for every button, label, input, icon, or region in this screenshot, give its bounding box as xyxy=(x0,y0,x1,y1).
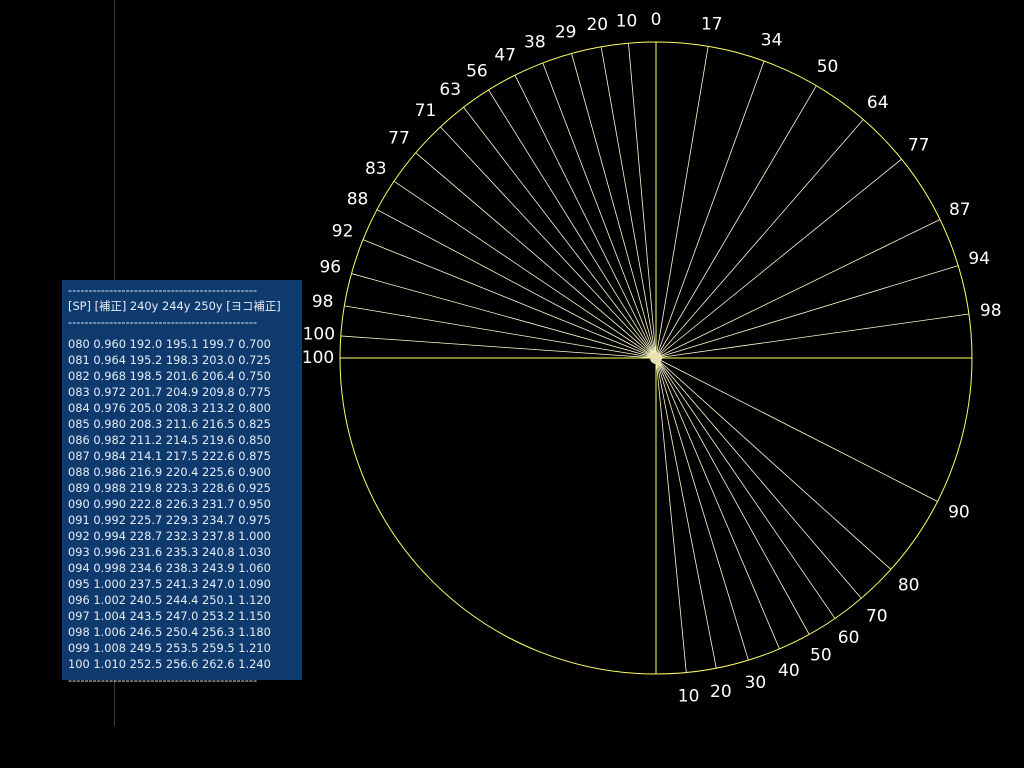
upper-right-label: 50 xyxy=(817,57,839,77)
upper-left-label: 47 xyxy=(494,46,516,66)
lower-label: 60 xyxy=(838,628,860,648)
upper-left-spoke xyxy=(415,152,657,359)
lower-label: 70 xyxy=(866,607,888,627)
upper-right-label: 17 xyxy=(701,15,723,35)
lower-label: 20 xyxy=(710,682,732,702)
upper-right-label: 87 xyxy=(949,200,971,220)
lower-spoke xyxy=(655,357,938,502)
upper-left-spoke xyxy=(488,89,657,359)
lower-spoke xyxy=(655,357,749,661)
upper-right-label: 64 xyxy=(867,93,889,113)
upper-right-spoke xyxy=(655,158,902,359)
lower-spoke xyxy=(655,357,862,599)
dial-hub xyxy=(650,352,662,364)
upper-left-label: 100 xyxy=(302,348,334,368)
lower-label: 30 xyxy=(745,673,767,693)
upper-left-label: 77 xyxy=(388,128,410,148)
upper-left-label: 38 xyxy=(524,32,546,52)
upper-left-spoke xyxy=(463,107,657,359)
upper-left-label: 92 xyxy=(332,221,354,241)
lower-label: 10 xyxy=(678,686,700,706)
lower-label: 80 xyxy=(898,576,920,596)
lower-label: 50 xyxy=(810,645,832,665)
upper-right-label: 77 xyxy=(908,135,930,155)
angle-dial: 0102029384756637177838892969810010017345… xyxy=(302,10,1002,706)
upper-right-spoke xyxy=(655,313,969,359)
upper-right-label: 98 xyxy=(980,301,1002,321)
upper-left-spoke xyxy=(351,273,657,359)
lower-label: 40 xyxy=(778,661,800,681)
upper-right-spoke xyxy=(655,119,864,359)
upper-left-label: 83 xyxy=(365,159,387,179)
upper-right-label: 34 xyxy=(761,30,783,50)
upper-left-label: 20 xyxy=(586,15,608,35)
upper-left-label: 98 xyxy=(312,292,334,312)
upper-right-spoke xyxy=(655,85,817,359)
lower-spoke xyxy=(655,357,780,650)
upper-left-label: 96 xyxy=(319,258,341,278)
upper-left-label: 29 xyxy=(555,22,577,42)
upper-left-spoke xyxy=(376,209,657,359)
upper-left-label: 63 xyxy=(439,80,461,100)
upper-left-label: 88 xyxy=(347,189,369,209)
upper-left-spoke xyxy=(393,180,657,359)
upper-left-spoke xyxy=(600,46,657,359)
lower-spoke xyxy=(655,357,836,619)
upper-left-spoke xyxy=(542,62,657,359)
upper-left-label: 71 xyxy=(415,101,437,121)
upper-left-label: 100 xyxy=(303,324,335,344)
upper-left-spoke xyxy=(344,305,657,359)
upper-right-label: 94 xyxy=(968,249,990,269)
upper-left-label: 56 xyxy=(466,61,488,81)
upper-right-spoke xyxy=(655,265,959,359)
lower-label: 90 xyxy=(948,502,970,522)
upper-right-spoke xyxy=(655,46,709,359)
upper-left-label: 10 xyxy=(616,11,638,31)
upper-left-label: 0 xyxy=(651,10,662,30)
